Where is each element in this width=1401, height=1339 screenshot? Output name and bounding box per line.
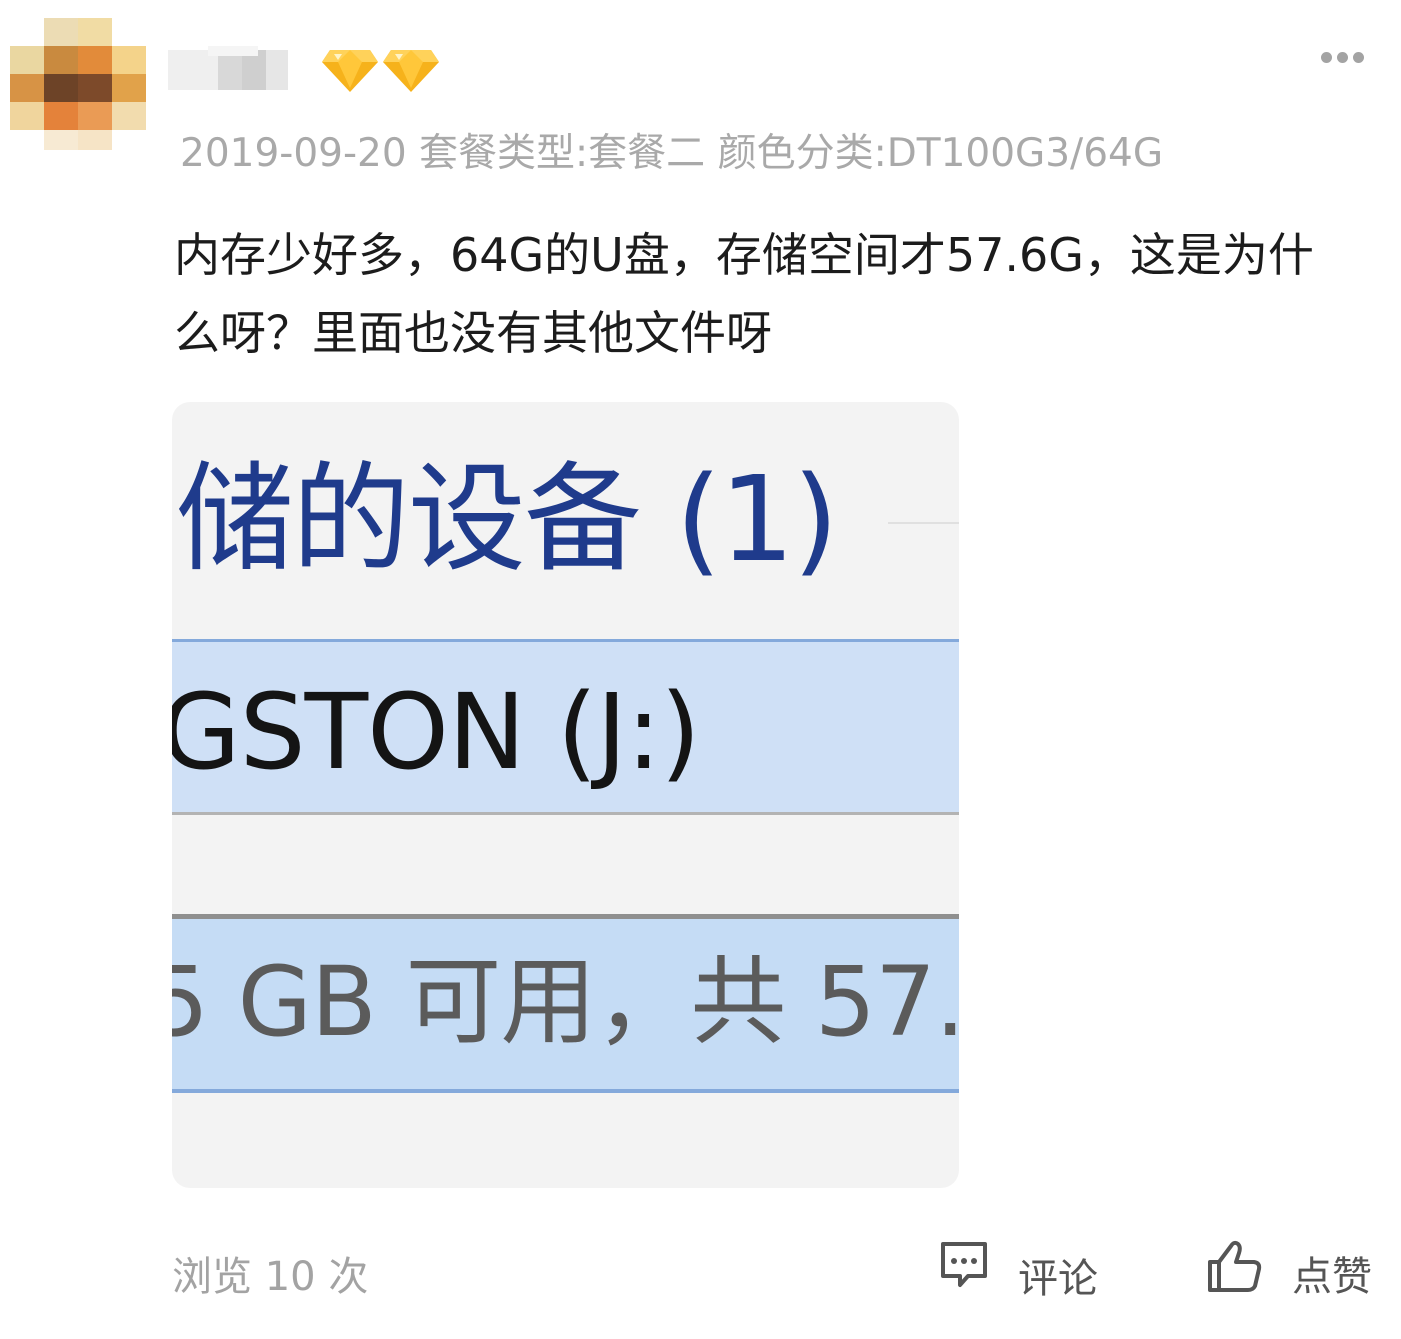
photo-divider (888, 522, 959, 524)
vip-badges (320, 48, 442, 98)
more-dots-icon[interactable] (1318, 46, 1368, 70)
photo-space-text: 5 GB 可用，共 57.6 (172, 946, 959, 1058)
diamond-icon (322, 50, 378, 92)
thumbs-up-icon (1208, 1240, 1262, 1292)
diamond-icon (383, 50, 439, 92)
comment-bubble-icon (941, 1242, 987, 1287)
comment-label: 评论 (1018, 1256, 1098, 1302)
review-meta: 2019-09-20 套餐类型:套餐二 颜色分类:DT100G3/64G (180, 131, 1164, 176)
view-count: 浏览 10 次 (172, 1254, 369, 1300)
photo-drive-name: GSTON (J:) (172, 671, 701, 793)
photo-heading-text: 储的设备 (1) (176, 450, 839, 588)
like-label: 点赞 (1292, 1254, 1372, 1300)
user-avatar[interactable] (0, 0, 150, 160)
review-photo[interactable]: 储的设备 (1) GSTON (J:) 5 GB 可用，共 57.6 (172, 402, 959, 1188)
review-text: 内存少好多，64G的U盘，存储空间才57.6G，这是为什么呀？里面也没有其他文件… (174, 228, 1314, 360)
username[interactable] (168, 46, 288, 96)
